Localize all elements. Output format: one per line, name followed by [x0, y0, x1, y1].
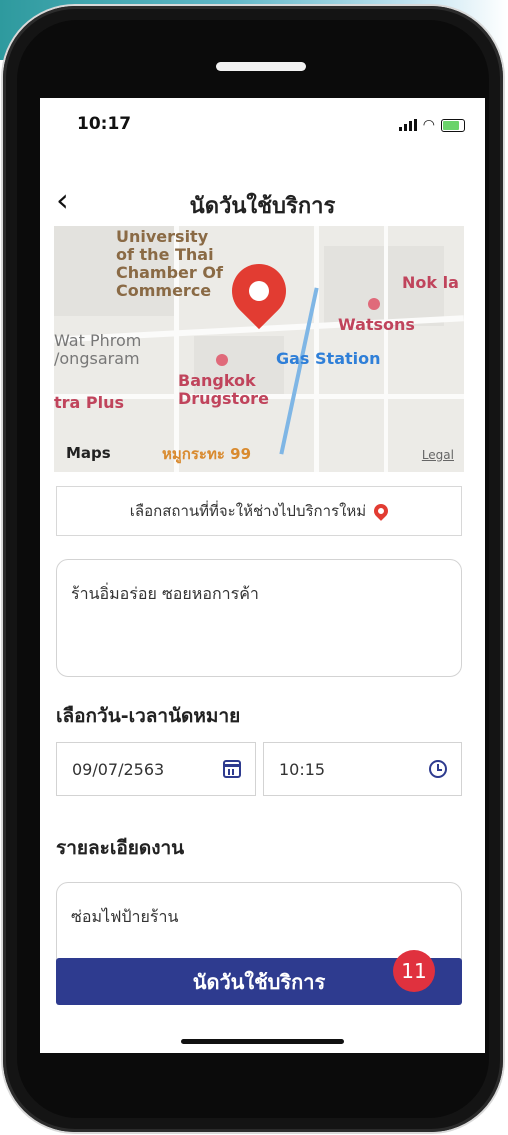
maps-brand: Maps [66, 444, 111, 462]
map-label-bangkok-drugstore: Bangkok Drugstore [178, 371, 269, 408]
step-badge: 11 [393, 950, 435, 992]
map-view[interactable]: University of the Thai Chamber Of Commer… [54, 226, 464, 472]
map-label-tra-plus: tra Plus [54, 393, 125, 412]
status-icons: ◠ [398, 117, 465, 133]
page-title: นัดวันใช้บริการ [189, 194, 336, 219]
home-indicator [181, 1039, 344, 1044]
apple-maps-logo: Maps [66, 444, 111, 462]
map-pin-icon [220, 252, 298, 330]
map-label-route: หมูกระทะ 99 [162, 445, 252, 463]
details-section-label: รายละเอียดงาน [56, 837, 185, 859]
signal-icon [398, 119, 417, 131]
map-label-watsons: Watsons [338, 315, 415, 334]
map-label-gas-station: Gas Station [276, 349, 381, 368]
speaker-slot [216, 62, 306, 71]
select-location-label: เลือกสถานที่ที่จะให้ช่างไปบริการใหม่ [129, 502, 367, 520]
calendar-icon[interactable] [223, 760, 241, 778]
status-time: 10:17 [77, 114, 132, 134]
address-field[interactable]: ร้านอิ่มอร่อย ซอยหอการค้า [56, 559, 462, 677]
battery-icon [441, 118, 465, 132]
map-pin-icon [371, 501, 392, 521]
select-location-button[interactable]: เลือกสถานที่ที่จะให้ช่างไปบริการใหม่ [56, 486, 462, 536]
poi-icon [216, 354, 228, 366]
poi-icon [368, 298, 380, 310]
app-screen: 10:17 ◠ ‹ นัดวันใช้บริการ University of … [40, 98, 485, 1053]
clock-icon[interactable] [429, 760, 447, 778]
date-field[interactable]: 09/07/2563 [56, 742, 256, 796]
map-label-university: University of the Thai Chamber Of Commer… [116, 227, 223, 300]
datetime-section-label: เลือกวัน-เวลานัดหมาย [56, 705, 241, 727]
legal-link[interactable]: Legal [422, 448, 454, 462]
status-bar: 10:17 ◠ [40, 98, 485, 148]
map-label-nok: Nok la [402, 273, 459, 292]
time-value: 10:15 [279, 759, 326, 779]
wifi-icon: ◠ [422, 117, 435, 133]
date-value: 09/07/2563 [72, 759, 165, 779]
map-label-wat: Wat Phrom /ongsaram [54, 331, 142, 368]
time-field[interactable]: 10:15 [263, 742, 462, 796]
